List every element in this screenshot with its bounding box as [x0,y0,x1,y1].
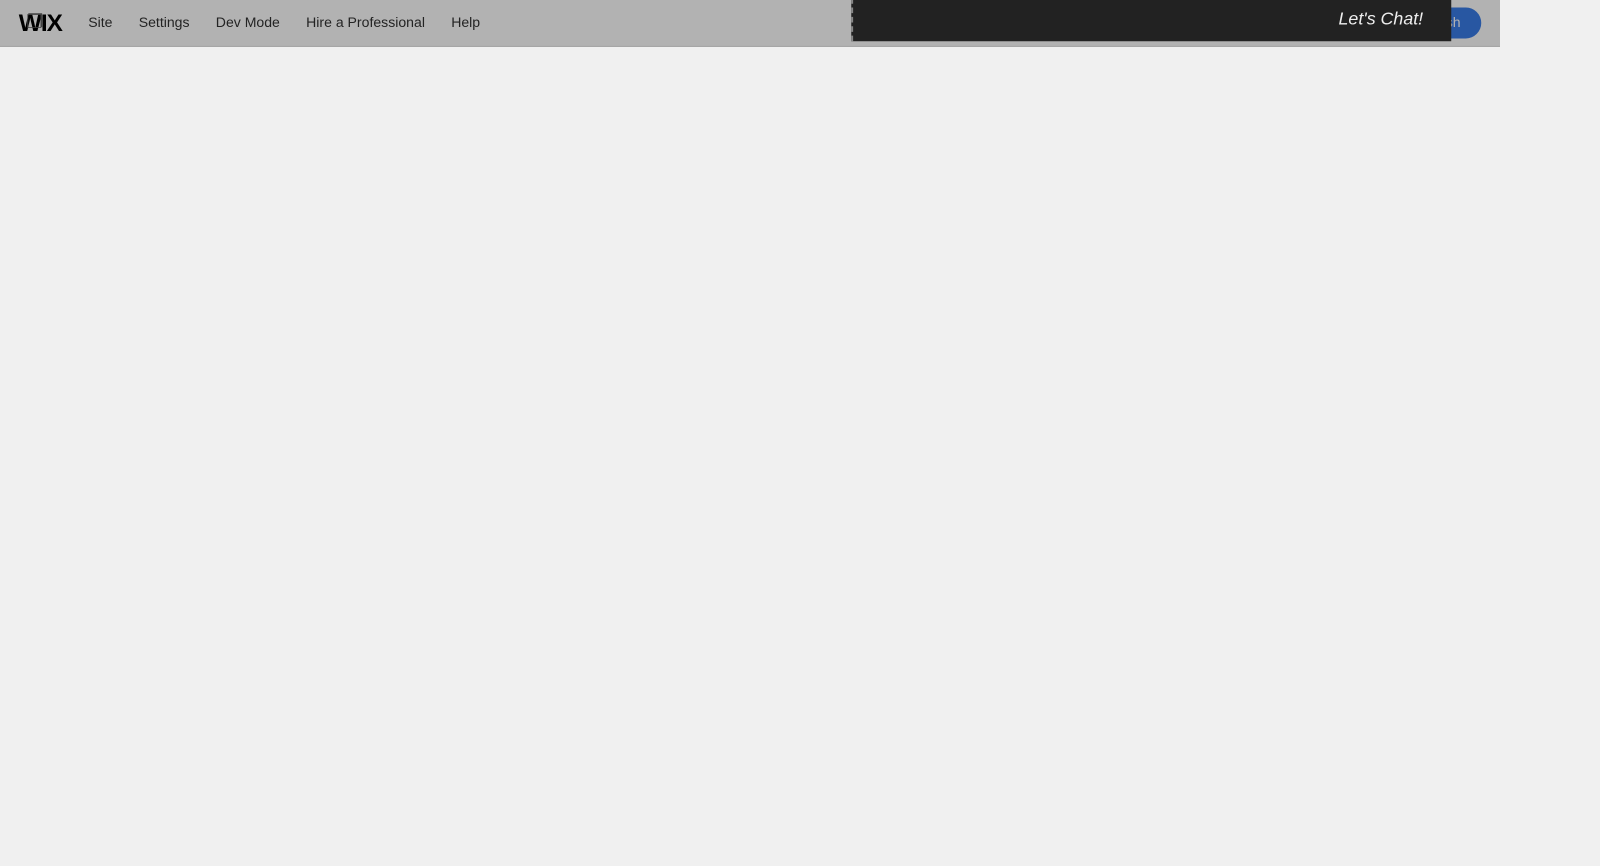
chat-label: Let's Chat! [1339,9,1424,30]
chat-widget[interactable]: Let's Chat! [851,0,1451,41]
layers-icon[interactable]: ❐ [26,10,43,33]
